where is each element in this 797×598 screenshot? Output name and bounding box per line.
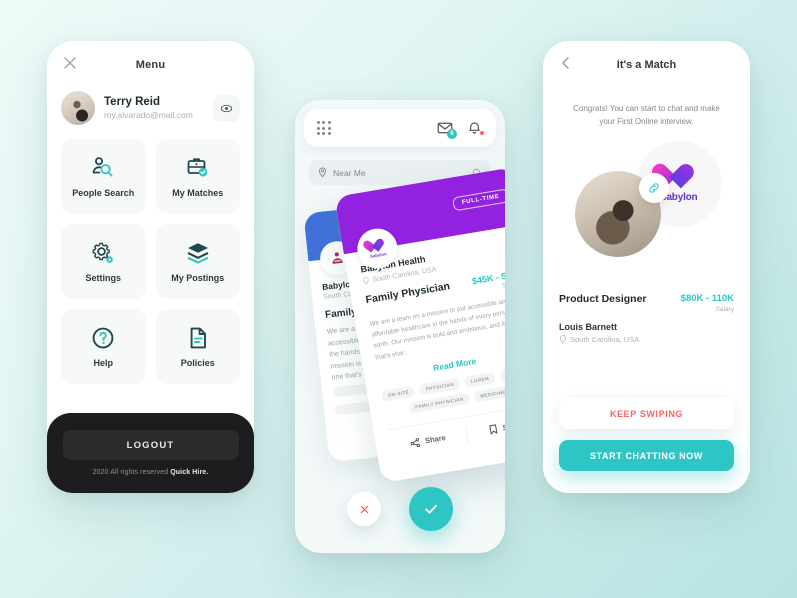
match-actions: KEEP SWIPING START CHATTING NOW [559,398,734,471]
match-info: Product Designer $80K - 110K Salary Loui… [543,287,750,344]
heart-icon [369,239,385,253]
layers-icon [184,240,212,266]
sidebar-item-settings[interactable]: Settings [61,224,146,299]
mail-icon[interactable]: 6 [437,120,457,139]
salary-label: Salary [715,305,734,313]
tag-chip[interactable]: MEDICINE [473,385,505,403]
salary-value: $80K - 110K [680,292,734,304]
menu-header: Menu [47,41,254,89]
user-profile-row[interactable]: Terry Reid roy.alvarado@mail.com [47,91,254,125]
tag-chip[interactable]: LOREM [463,371,496,388]
sidebar-item-my-postings[interactable]: My Postings [155,224,240,299]
location-pin-icon [559,334,567,344]
tag-chip[interactable]: ON-SITE [380,385,416,402]
search-placeholder: Near Me [333,167,366,178]
start-chatting-button[interactable]: START CHATTING NOW [559,440,734,471]
copyright-text: 2020 All rights reserved Quick Hire. [93,469,209,476]
location-pin-icon [318,167,327,178]
tile-label: My Matches [172,188,224,198]
menu-tile-grid: People Search My Matches Settings My Pos… [47,125,254,384]
briefcase-check-icon [185,155,211,181]
tile-label: My Postings [171,273,225,283]
accept-button[interactable] [409,487,453,531]
feed-topbar: 6 [304,109,496,147]
question-circle-icon [90,325,116,351]
tag-chip [334,401,374,415]
people-search-icon [90,155,116,181]
mail-badge: 6 [447,129,457,139]
gear-icon [90,240,116,266]
close-icon[interactable] [62,55,78,71]
share-button[interactable]: Share [390,429,467,451]
user-text: Terry Reid roy.alvarado@mail.com [104,95,204,120]
candidate-location-row: South Carolina, USA [559,335,734,344]
candidate-name: Louis Barnett [559,321,618,332]
avatar [61,91,95,125]
phone-feed-screen: 6 Near Me Babylon He [295,100,505,553]
sidebar-item-policies[interactable]: Policies [155,309,240,384]
link-icon [639,172,669,203]
swipe-actions [295,487,505,531]
location-pin-icon [362,276,370,285]
notification-dot [480,131,484,135]
tile-label: Settings [85,273,121,283]
share-label: Share [424,433,447,446]
tag-chip[interactable]: DOCTOR [498,365,505,382]
user-name: Terry Reid [104,96,161,109]
location-text: South Carolina, USA [570,334,640,344]
job-role: Product Designer [559,292,647,305]
match-illustration: babylon [543,135,750,287]
page-title: Menu [135,59,166,71]
tag-chip[interactable]: PHYSICIAN [418,377,461,396]
sidebar-item-help[interactable]: Help [61,309,146,384]
bookmark-icon [488,424,499,436]
save-label: Save [502,420,505,433]
tile-label: People Search [72,188,135,198]
job-type-badge: FULL-TIME [452,188,505,212]
design-canvas: Menu Terry Reid roy.alvarado@mail.com Pe… [0,0,797,598]
share-icon [410,437,422,449]
user-email: roy.alvarado@mail.com [104,109,193,120]
logout-button[interactable]: LOGOUT [62,430,239,460]
salary-block: $80K - 110K Salary [681,293,734,313]
copyright-brand: Quick Hire. [170,469,209,476]
eye-icon[interactable] [213,94,240,122]
chevron-left-icon[interactable] [559,56,573,70]
save-button[interactable]: Save [466,416,505,439]
keep-swiping-button[interactable]: KEEP SWIPING [559,398,734,429]
match-subtitle: Congrats! You can start to chat and make… [573,104,720,126]
job-role: Family Physician [364,280,451,307]
phone-match-screen: It's a Match Congrats! You can start to … [543,41,750,493]
tag-chip[interactable]: FAMILY PHYSICIAN [408,392,471,414]
tile-label: Help [93,358,113,368]
heart-icon [665,165,693,189]
sidebar-item-my-matches[interactable]: My Matches [155,139,240,214]
copyright-prefix: 2020 All rights reserved [92,469,171,476]
tile-label: Policies [180,358,215,368]
salary-block: $45K - 50K Salary [471,269,505,294]
grid-menu-icon[interactable] [317,121,331,135]
menu-footer: LOGOUT 2020 All rights reserved Quick Hi… [47,413,254,493]
bell-icon[interactable] [467,120,484,136]
phone-menu-screen: Menu Terry Reid roy.alvarado@mail.com Pe… [47,41,254,493]
sidebar-item-people-search[interactable]: People Search [61,139,146,214]
topbar-actions: 6 [437,120,484,139]
match-header: It's a Match [543,41,750,89]
page-title: It's a Match [616,59,677,71]
role-salary-row: Product Designer $80K - 110K Salary [559,293,734,313]
reject-button[interactable] [347,492,381,526]
document-icon [185,325,211,351]
